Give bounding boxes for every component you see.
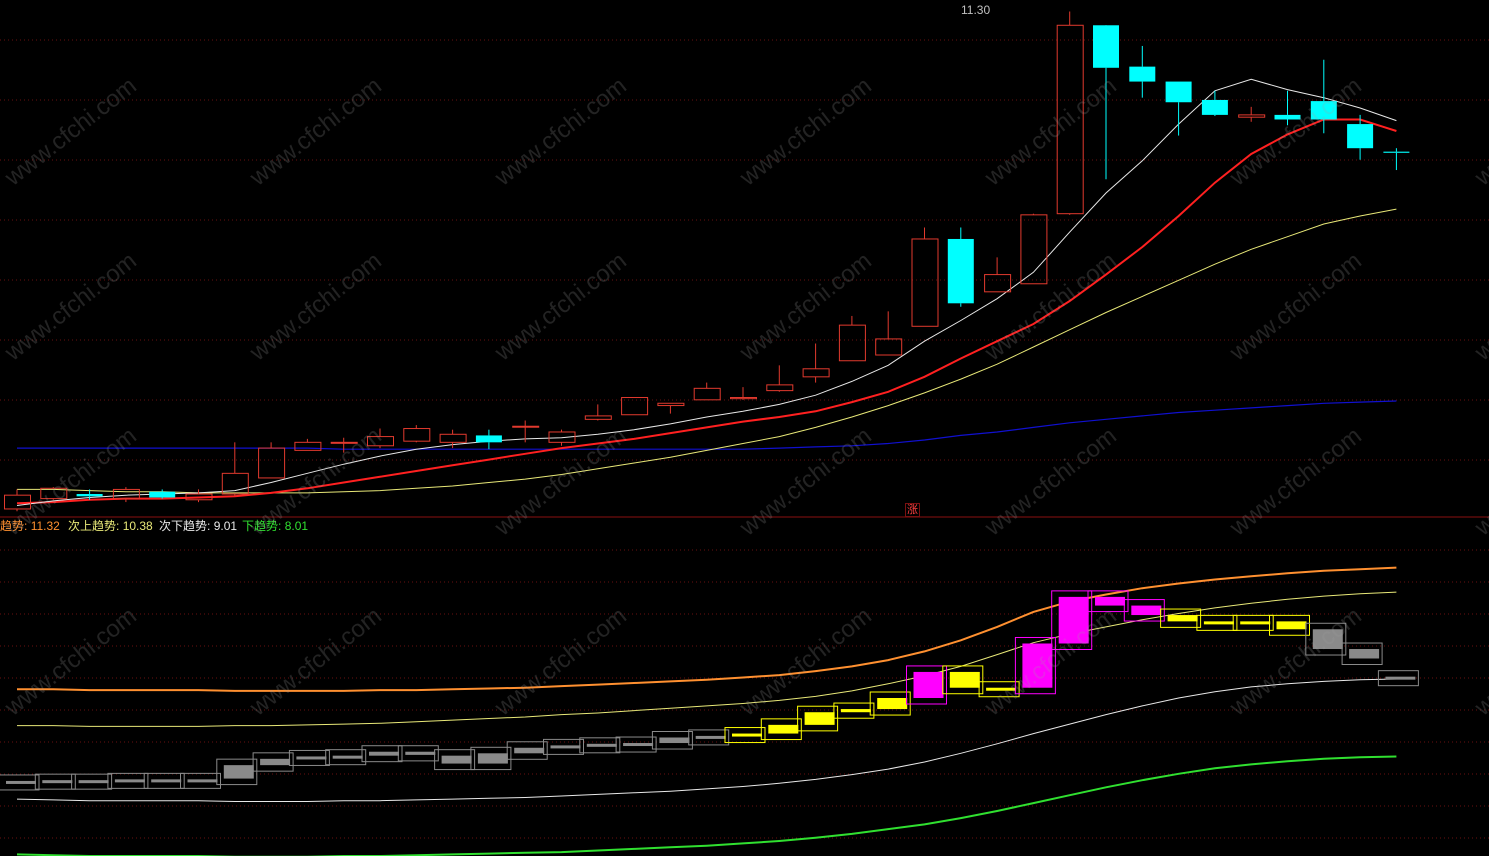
candle-body-up: [838, 324, 866, 362]
candle-body-up: [439, 433, 467, 443]
price-and-trend-chart: [0, 11, 1489, 856]
trend-box-body: [1276, 621, 1307, 630]
candle-body-up: [875, 338, 903, 356]
trend-box-body: [586, 743, 617, 747]
candle-body-up: [730, 397, 757, 400]
trend-box-body: [369, 751, 399, 756]
trend-box-body: [151, 779, 182, 783]
legend-second-lower-value: 9.01: [213, 519, 238, 533]
trend-box-body: [1349, 649, 1380, 659]
trend-upper-line: [17, 566, 1397, 692]
ma-long-line: [17, 208, 1397, 494]
trend-box-body: [1240, 621, 1271, 625]
candle-body-up: [294, 441, 322, 451]
trend-box-body: [659, 737, 690, 744]
candle-body-up: [512, 425, 540, 428]
trend-box-body: [768, 724, 799, 734]
legend-second-lower-name: 次下趋势:: [159, 519, 211, 533]
moving-average-lines: [16, 78, 1397, 506]
trend-box-body: [695, 735, 726, 739]
trend-box-body: [78, 780, 109, 784]
candle-body-down: [1347, 124, 1374, 149]
candle-body-up: [1020, 214, 1048, 285]
trend-box-body: [405, 751, 436, 755]
candle-body-down: [1165, 81, 1192, 103]
candle-body-up: [984, 274, 1012, 293]
trend-box-body: [441, 755, 472, 764]
candle-body-down: [76, 494, 103, 497]
trend-box-body: [260, 758, 291, 766]
high-price-label: 11.30: [961, 3, 991, 17]
candle-body-up: [802, 368, 830, 378]
trend-box-body: [623, 743, 654, 747]
candle-body-down: [1129, 66, 1156, 82]
candle-body-down: [149, 491, 176, 498]
legend-second-upper-trend: 次上趋势: 10.38: [68, 517, 153, 534]
trend-box-body: [187, 779, 218, 783]
trend-box-body: [1095, 596, 1125, 606]
candle-body-up: [403, 428, 431, 442]
trend-box-body: [840, 709, 871, 713]
candle-body-up: [258, 447, 286, 479]
trend-box-body: [949, 671, 980, 688]
candle-body-up: [693, 387, 721, 401]
trend-box-body: [1203, 621, 1234, 625]
trend-box-body: [114, 779, 145, 783]
legend-second-upper-name: 次上趋势:: [68, 519, 120, 533]
candle-body-down: [1383, 151, 1410, 153]
trend-second-upper-line: [17, 591, 1397, 727]
trend-box-body: [296, 756, 327, 760]
chart-stage: { "colors": { "up": "#e23a2e", "down": "…: [0, 0, 1489, 856]
candlesticks: [4, 11, 1410, 512]
rise-marker: 涨: [905, 503, 920, 517]
ma-very-long-line: [17, 400, 1397, 450]
trend-box-body: [1131, 605, 1162, 616]
trend-second-lower-line: [16, 678, 1397, 802]
trend-box-body: [514, 747, 545, 754]
legend-second-upper-value: 10.38: [122, 519, 153, 533]
legend-second-lower-trend: 次下趋势: 9.01: [159, 517, 237, 534]
trend-box-body: [477, 753, 508, 764]
trend-box-body: [804, 712, 835, 725]
trend-box-body: [1167, 615, 1198, 622]
candle-body-down: [1201, 99, 1228, 115]
trend-box-body: [877, 698, 908, 710]
ma-mid-line: [16, 118, 1397, 505]
trend-lines: [16, 566, 1397, 856]
candle-body-up: [657, 402, 685, 407]
candle-body-up: [766, 384, 794, 392]
trend-box-body: [732, 733, 762, 737]
candle-body-down: [1093, 25, 1119, 68]
trend-box-body: [223, 765, 254, 779]
candle-body-up: [112, 488, 140, 500]
candle-body-up: [584, 415, 612, 420]
trend-box-body: [913, 671, 944, 698]
candle-body-up: [1238, 114, 1266, 118]
ma-short-line: [16, 78, 1397, 506]
trend-box-body: [332, 755, 363, 759]
trend-box-body: [6, 780, 36, 784]
trend-box-body: [1385, 676, 1416, 680]
candle-body-up: [621, 397, 649, 416]
trend-box-body: [550, 745, 581, 749]
candle-body-up: [911, 238, 939, 327]
candle-body-down: [947, 238, 974, 304]
candle-body-down: [475, 435, 502, 443]
trend-box-body: [42, 780, 73, 784]
